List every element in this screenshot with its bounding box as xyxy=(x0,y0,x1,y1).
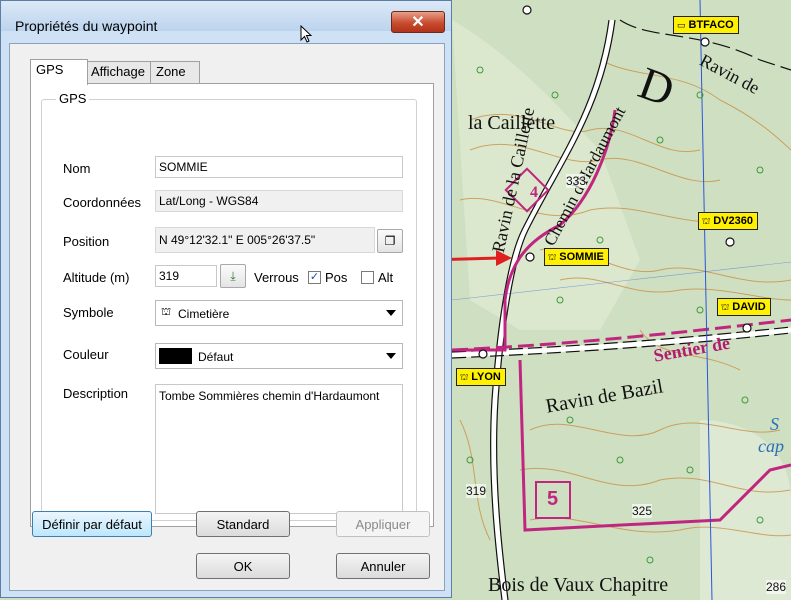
bridge-icon: ▭ xyxy=(677,20,686,30)
dialog-client-area: GPS Affichage Zone GPS Nom SOMMIE Coordo… xyxy=(9,43,445,591)
symbole-label: Symbole xyxy=(63,305,114,320)
cemetery-icon: ⛫ xyxy=(161,306,172,318)
waypoint-label-david[interactable]: ⛫ DAVID xyxy=(717,298,771,316)
dialog-titlebar[interactable]: Propriétés du waypoint ✕ xyxy=(1,1,451,34)
elevation-333: 333 xyxy=(566,174,587,188)
cemetery-icon: ⛫ xyxy=(460,372,469,382)
cemetery-icon: ⛫ xyxy=(548,252,557,262)
alt-lock-checkbox[interactable] xyxy=(361,271,374,284)
cemetery-icon: ⛫ xyxy=(702,216,711,226)
map-label-blue-cap: cap xyxy=(758,436,784,456)
pos-lock-checkbox[interactable]: ✓ xyxy=(308,271,321,284)
definir-par-defaut-button[interactable]: Définir par défaut xyxy=(32,511,152,537)
dialog-title: Propriétés du waypoint xyxy=(15,18,158,34)
color-swatch xyxy=(159,348,192,364)
mouse-cursor-icon xyxy=(300,25,313,43)
elevation-325: 325 xyxy=(632,504,653,518)
map-label-bois: Bois de Vaux Chapitre xyxy=(488,574,669,596)
waypoint-label-sommie[interactable]: ⛫ SOMMIE xyxy=(544,248,609,266)
symbole-value: Cimetière xyxy=(178,307,230,321)
elevation-286: 286 xyxy=(766,580,787,594)
position-copy-button[interactable]: ❐ xyxy=(377,229,403,253)
nom-label: Nom xyxy=(63,161,91,176)
chevron-down-icon xyxy=(386,353,396,359)
pos-lock-label: Pos xyxy=(325,270,348,285)
close-button[interactable]: ✕ xyxy=(391,11,445,33)
cemetery-icon: ⛫ xyxy=(721,302,730,312)
couleur-dropdown[interactable]: Défaut xyxy=(155,343,403,369)
couleur-value: Défaut xyxy=(198,350,234,364)
description-textarea[interactable]: Tombe Sommières chemin d'Hardaumont xyxy=(155,384,403,514)
waypoint-label-lyon[interactable]: ⛫ LYON xyxy=(456,368,506,386)
altitude-input[interactable]: 319 xyxy=(155,265,217,287)
tab-affichage[interactable]: Affichage xyxy=(85,61,151,83)
coordonnees-label: Coordonnées xyxy=(63,195,142,210)
waypoint-properties-dialog: Propriétés du waypoint ✕ GPS Affichage Z… xyxy=(0,0,452,598)
appliquer-button: Appliquer xyxy=(336,511,430,537)
chevron-down-icon xyxy=(386,310,396,316)
group-title: GPS xyxy=(56,91,90,106)
waypoint-label-dv2360[interactable]: ⛫ DV2360 xyxy=(698,212,759,230)
tab-zone[interactable]: Zone xyxy=(150,61,200,83)
parcel-number-5: 5 xyxy=(547,488,559,510)
symbole-dropdown[interactable]: ⛫ Cimetière xyxy=(155,300,403,326)
gps-tab-panel: GPS Nom SOMMIE Coordonnées Lat/Long - WG… xyxy=(30,83,434,527)
alt-lock-label: Alt xyxy=(378,270,394,285)
elevation-download-icon: ⤓ xyxy=(230,268,236,283)
coordonnees-field: Lat/Long - WGS84 xyxy=(155,190,403,212)
position-field: N 49°12'32.1" E 005°26'37.5" xyxy=(155,227,375,253)
tab-gps[interactable]: GPS xyxy=(30,59,88,85)
altitude-label: Altitude (m) xyxy=(63,270,130,285)
copy-icon: ❐ xyxy=(384,234,396,248)
map-label-blue-s: S xyxy=(770,414,779,434)
verrous-label: Verrous xyxy=(254,270,299,285)
map-label-caillette: la Caillette xyxy=(468,112,556,134)
ok-button[interactable]: OK xyxy=(196,553,290,579)
standard-button[interactable]: Standard xyxy=(196,511,290,537)
description-label: Description xyxy=(63,386,129,401)
annuler-button[interactable]: Annuler xyxy=(336,553,430,579)
close-icon: ✕ xyxy=(411,14,425,31)
waypoint-label-btfaco[interactable]: ▭ BTFACO xyxy=(673,16,739,34)
nom-input[interactable]: SOMMIE xyxy=(155,156,403,178)
position-label: Position xyxy=(63,234,110,249)
couleur-label: Couleur xyxy=(63,347,109,362)
altitude-fetch-button[interactable]: ⤓ xyxy=(220,264,246,288)
elevation-319: 319 xyxy=(466,484,487,498)
parcel-number-4: 4 xyxy=(530,184,538,201)
